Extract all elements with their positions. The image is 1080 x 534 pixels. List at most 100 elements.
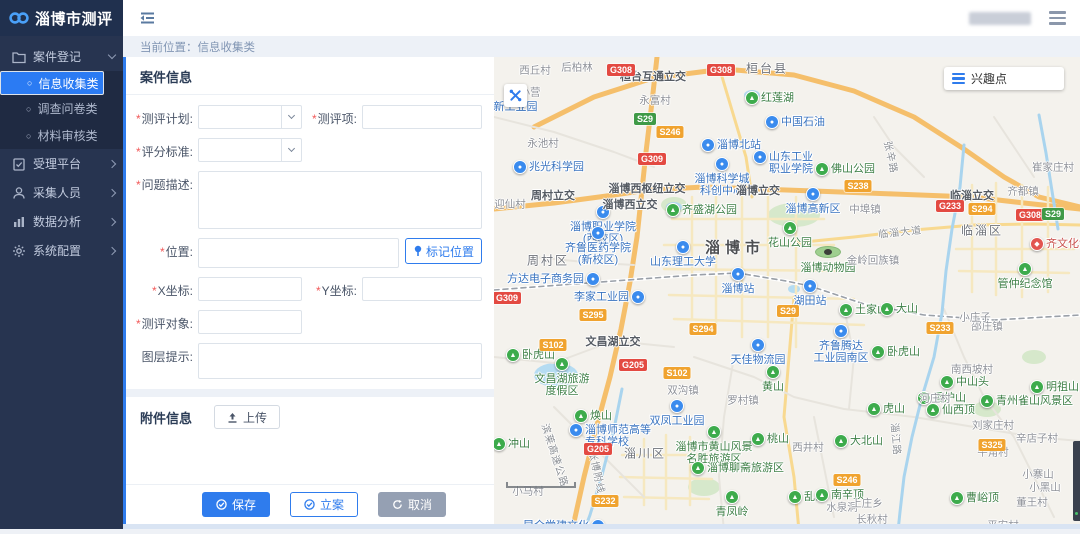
problem-desc-textarea[interactable] bbox=[198, 171, 482, 229]
field-label-layer: 图层提示: bbox=[130, 343, 198, 365]
sidebar-item-gear[interactable]: 系统配置 bbox=[0, 236, 123, 265]
field-label-item: *测评项: bbox=[302, 105, 362, 127]
poi-dot-blue: ● bbox=[765, 115, 779, 129]
map-tools-icon bbox=[508, 88, 523, 103]
map-poi-label: 黄山 bbox=[762, 381, 784, 393]
sidebar-item-people[interactable]: 采集人员 bbox=[0, 178, 123, 207]
save-button[interactable]: 保存 bbox=[202, 492, 270, 517]
poi-dot-blue: ● bbox=[715, 157, 729, 171]
sidebar-subitem-label: 材料审核类 bbox=[37, 127, 97, 144]
upload-button[interactable]: 上传 bbox=[214, 405, 280, 429]
mark-location-button[interactable]: 标记位置 bbox=[405, 238, 482, 264]
sidebar-item-folder[interactable]: 案件登记 bbox=[0, 42, 123, 71]
file-case-button[interactable]: 立案 bbox=[290, 492, 358, 517]
collapse-menu-icon[interactable] bbox=[137, 9, 157, 27]
map-poi-label: 花山公园 bbox=[768, 237, 812, 249]
topbar bbox=[123, 0, 1080, 36]
sidebar-item-label: 案件登记 bbox=[33, 48, 109, 65]
sidebar-item-platform[interactable]: 受理平台 bbox=[0, 149, 123, 178]
road-badge: S29 bbox=[634, 113, 656, 125]
road-badge: G308 bbox=[607, 64, 635, 76]
poi-layer-panel[interactable]: 兴趣点 bbox=[944, 67, 1064, 90]
sidebar-subitem[interactable]: ○调查问卷类 bbox=[0, 95, 123, 122]
case-info-panel: 案件信息 *测评计划: *测评项: *评分标准: bbox=[123, 57, 494, 524]
hamburger-menu-icon[interactable] bbox=[1049, 11, 1066, 25]
map-poi-label: 佛山公园 bbox=[831, 163, 875, 175]
map-poi-label: 卧虎山 bbox=[887, 346, 920, 358]
map-text-label: 张博附线 bbox=[586, 449, 610, 495]
poi-dot-green: ▲ bbox=[815, 162, 829, 176]
poi-dot-green: ▲ bbox=[950, 491, 964, 505]
map-tool-button[interactable] bbox=[504, 84, 527, 107]
map-text-label: 中埠镇 bbox=[849, 202, 881, 217]
map-poi-label: 明祖山 bbox=[1046, 381, 1079, 393]
poi-panel-label: 兴趣点 bbox=[971, 70, 1007, 87]
sidebar-subitem-label: 信息收集类 bbox=[38, 75, 98, 92]
map-side-control[interactable] bbox=[1073, 441, 1080, 521]
chevron-down-icon bbox=[281, 106, 301, 128]
target-input[interactable] bbox=[198, 310, 302, 334]
map-text-label: 周村立交 bbox=[531, 187, 575, 203]
map-poi-label: 齐鲁腾达工业园南区 bbox=[814, 340, 869, 364]
y-coordinate-input[interactable] bbox=[362, 277, 482, 301]
poi-dot-green: ▲ bbox=[751, 432, 765, 446]
section-title-case-info: 案件信息 bbox=[126, 57, 494, 95]
map-text-label: 淄博立交 bbox=[736, 182, 780, 198]
map-pin-icon bbox=[413, 245, 423, 257]
road-badge: G205 bbox=[584, 443, 612, 455]
road-badge: S102 bbox=[663, 367, 690, 379]
sidebar: 淄博市测评 案件登记 ○信息收集类○调查问卷类○材料审核类受理平台采集人员数据分析… bbox=[0, 0, 123, 529]
sidebar-item-chart[interactable]: 数据分析 bbox=[0, 207, 123, 236]
standard-select[interactable] bbox=[198, 138, 302, 162]
map-text-label: 淄博西立交 bbox=[603, 196, 658, 212]
poi-dot-green: ▲ bbox=[940, 375, 954, 389]
poi-dot-green: ▲ bbox=[867, 402, 881, 416]
poi-dot-green: ▲ bbox=[783, 221, 797, 235]
breadcrumb: 当前位置： 信息收集类 bbox=[123, 36, 1080, 57]
sidebar-item-label: 数据分析 bbox=[33, 213, 109, 230]
layer-tip-textarea[interactable] bbox=[198, 343, 482, 379]
poi-dot-blue: ● bbox=[631, 290, 645, 304]
map-text-label: 罗村镇 bbox=[727, 393, 759, 408]
map-text-label: 南西坡村 bbox=[951, 362, 993, 377]
breadcrumb-prefix: 当前位置： bbox=[140, 39, 198, 55]
poi-dot-green: ▲ bbox=[574, 409, 588, 423]
attachments-empty-area bbox=[126, 437, 494, 484]
road-badge: G308 bbox=[707, 64, 735, 76]
zoo-icon bbox=[815, 246, 841, 258]
x-coordinate-input[interactable] bbox=[198, 277, 302, 301]
username-redacted[interactable] bbox=[969, 12, 1031, 25]
map-text-label: 滨莱高速公路 bbox=[539, 421, 574, 488]
section-title-attachments: 附件信息 bbox=[140, 408, 192, 427]
poi-dot-blue: ● bbox=[834, 324, 848, 338]
map-poi-label: 中国石油 bbox=[781, 116, 825, 128]
sidebar-subitem[interactable]: ○信息收集类 bbox=[0, 71, 104, 95]
chevron-right-icon bbox=[108, 188, 116, 196]
map-canvas[interactable]: ▲花山公园▲齐盛湖公园▲佛山公园▲红莲湖▲土家山▲大山▲卧虎山▲文昌湖旅游度假区… bbox=[494, 57, 1080, 524]
map-text-label: 小黑山 bbox=[1029, 480, 1061, 495]
road-badge: G309 bbox=[638, 153, 666, 165]
poi-dot-blue: ● bbox=[806, 187, 820, 201]
plan-select[interactable] bbox=[198, 105, 302, 129]
map-poi-label: 冲山 bbox=[508, 438, 530, 450]
map-poi-label: 虎山 bbox=[883, 403, 905, 415]
poi-dot-green: ▲ bbox=[980, 394, 994, 408]
poi-dot-blue: ● bbox=[751, 338, 765, 352]
map-poi-label: 方达电子商务园 bbox=[507, 273, 584, 285]
location-input[interactable] bbox=[198, 238, 399, 268]
sidebar-item-label: 受理平台 bbox=[33, 155, 109, 172]
app-logo-row: 淄博市测评 bbox=[0, 0, 123, 36]
poi-dot-blue: ● bbox=[753, 150, 767, 164]
road-badge: S102 bbox=[539, 339, 566, 351]
people-icon bbox=[12, 186, 26, 200]
map-text-label: 临淄区 bbox=[961, 222, 1003, 239]
chevron-down-icon bbox=[281, 139, 301, 161]
cancel-button[interactable]: 取消 bbox=[378, 492, 446, 517]
map-text-label: 临淄大道 bbox=[877, 221, 922, 241]
road-badge: S29 bbox=[777, 305, 799, 317]
sidebar-subitem[interactable]: ○材料审核类 bbox=[0, 122, 123, 149]
poi-dot-blue: ● bbox=[591, 519, 605, 524]
road-badge: G233 bbox=[936, 200, 964, 212]
map-poi-label: 焕山 bbox=[590, 410, 612, 422]
item-input[interactable] bbox=[362, 105, 482, 129]
